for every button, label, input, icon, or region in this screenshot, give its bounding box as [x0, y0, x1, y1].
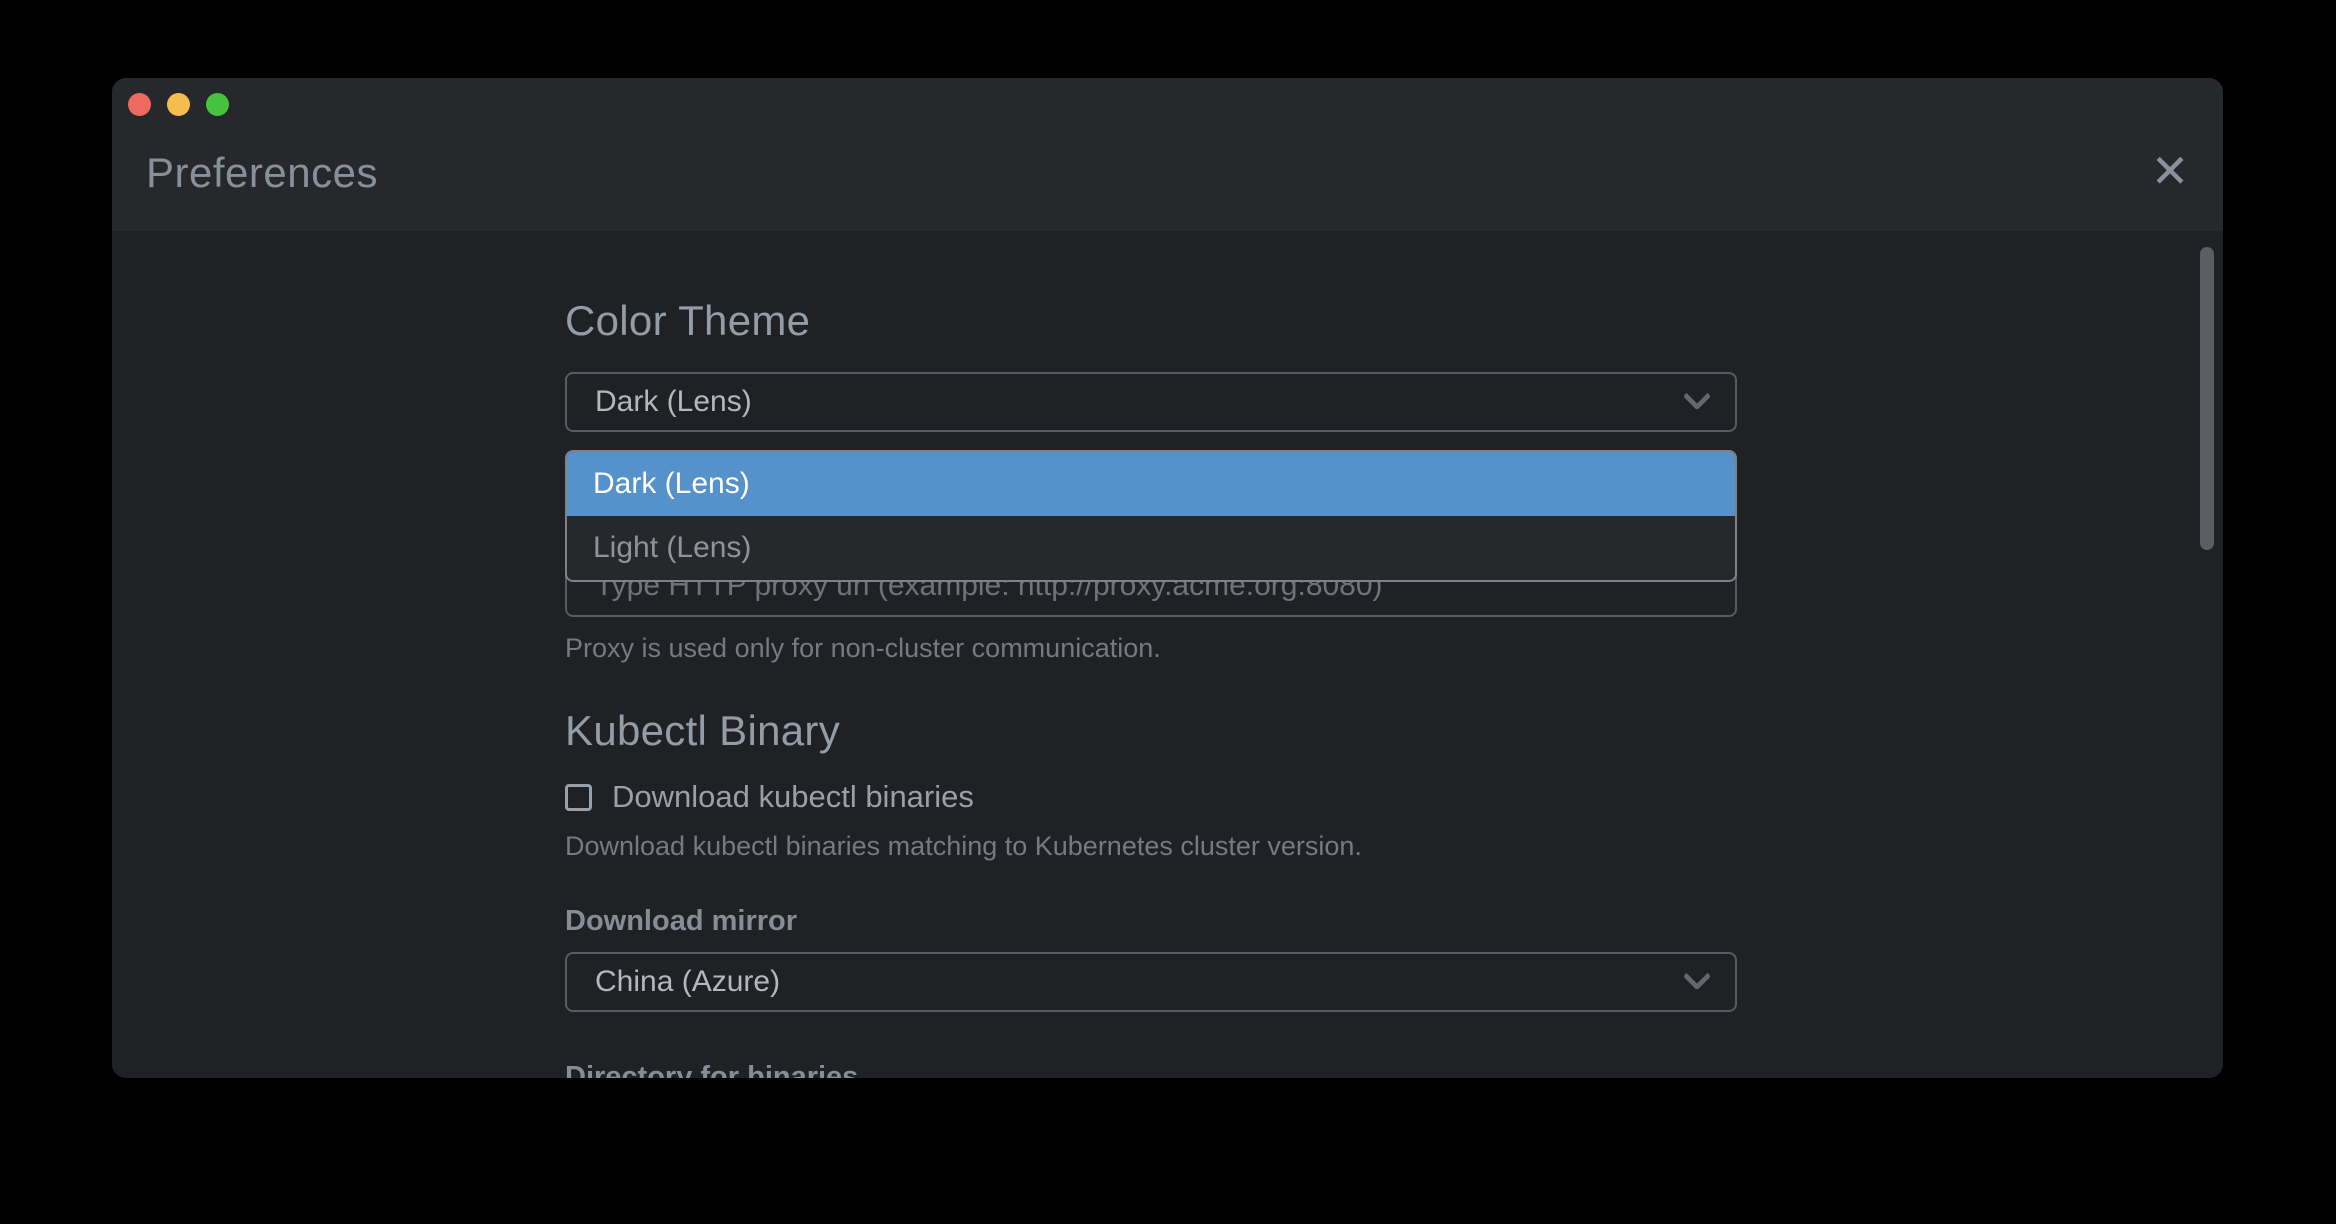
color-theme-select[interactable]: Dark (Lens): [565, 372, 1737, 432]
chevron-down-icon: [1683, 962, 1711, 990]
preferences-content: Color Theme Dark (Lens) Dark (Lens) Ligh…: [112, 231, 2223, 1078]
titlebar: Preferences ✕: [112, 78, 2223, 231]
chevron-down-icon: [1683, 382, 1711, 410]
close-traffic-light-icon[interactable]: [128, 93, 151, 116]
color-theme-heading: Color Theme: [565, 297, 810, 345]
checkbox-unchecked-icon[interactable]: [565, 784, 592, 811]
dropdown-option-dark[interactable]: Dark (Lens): [567, 452, 1735, 516]
download-kubectl-helper: Download kubectl binaries matching to Ku…: [565, 831, 1362, 862]
color-theme-select-value: Dark (Lens): [595, 385, 1687, 419]
page-title: Preferences: [146, 150, 378, 196]
download-kubectl-checkbox-label: Download kubectl binaries: [612, 779, 974, 815]
close-icon[interactable]: ✕: [2139, 140, 2201, 202]
http-proxy-helper: Proxy is used only for non-cluster commu…: [565, 633, 1161, 664]
download-kubectl-checkbox-row[interactable]: Download kubectl binaries: [565, 775, 974, 819]
preferences-window: Preferences ✕ Color Theme Dark (Lens) Da…: [112, 78, 2223, 1078]
color-theme-dropdown-menu: Dark (Lens) Light (Lens): [565, 450, 1737, 582]
download-mirror-select-value: China (Azure): [595, 965, 1687, 999]
vertical-scrollbar-thumb[interactable]: [2200, 247, 2214, 550]
zoom-traffic-light-icon[interactable]: [206, 93, 229, 116]
minimize-traffic-light-icon[interactable]: [167, 93, 190, 116]
download-mirror-select[interactable]: China (Azure): [565, 952, 1737, 1012]
dropdown-option-light[interactable]: Light (Lens): [567, 516, 1735, 580]
kubectl-binary-heading: Kubectl Binary: [565, 707, 840, 755]
download-mirror-label: Download mirror: [565, 905, 797, 938]
directory-for-binaries-label: Directory for binaries: [565, 1061, 858, 1078]
traffic-lights: [128, 93, 229, 116]
